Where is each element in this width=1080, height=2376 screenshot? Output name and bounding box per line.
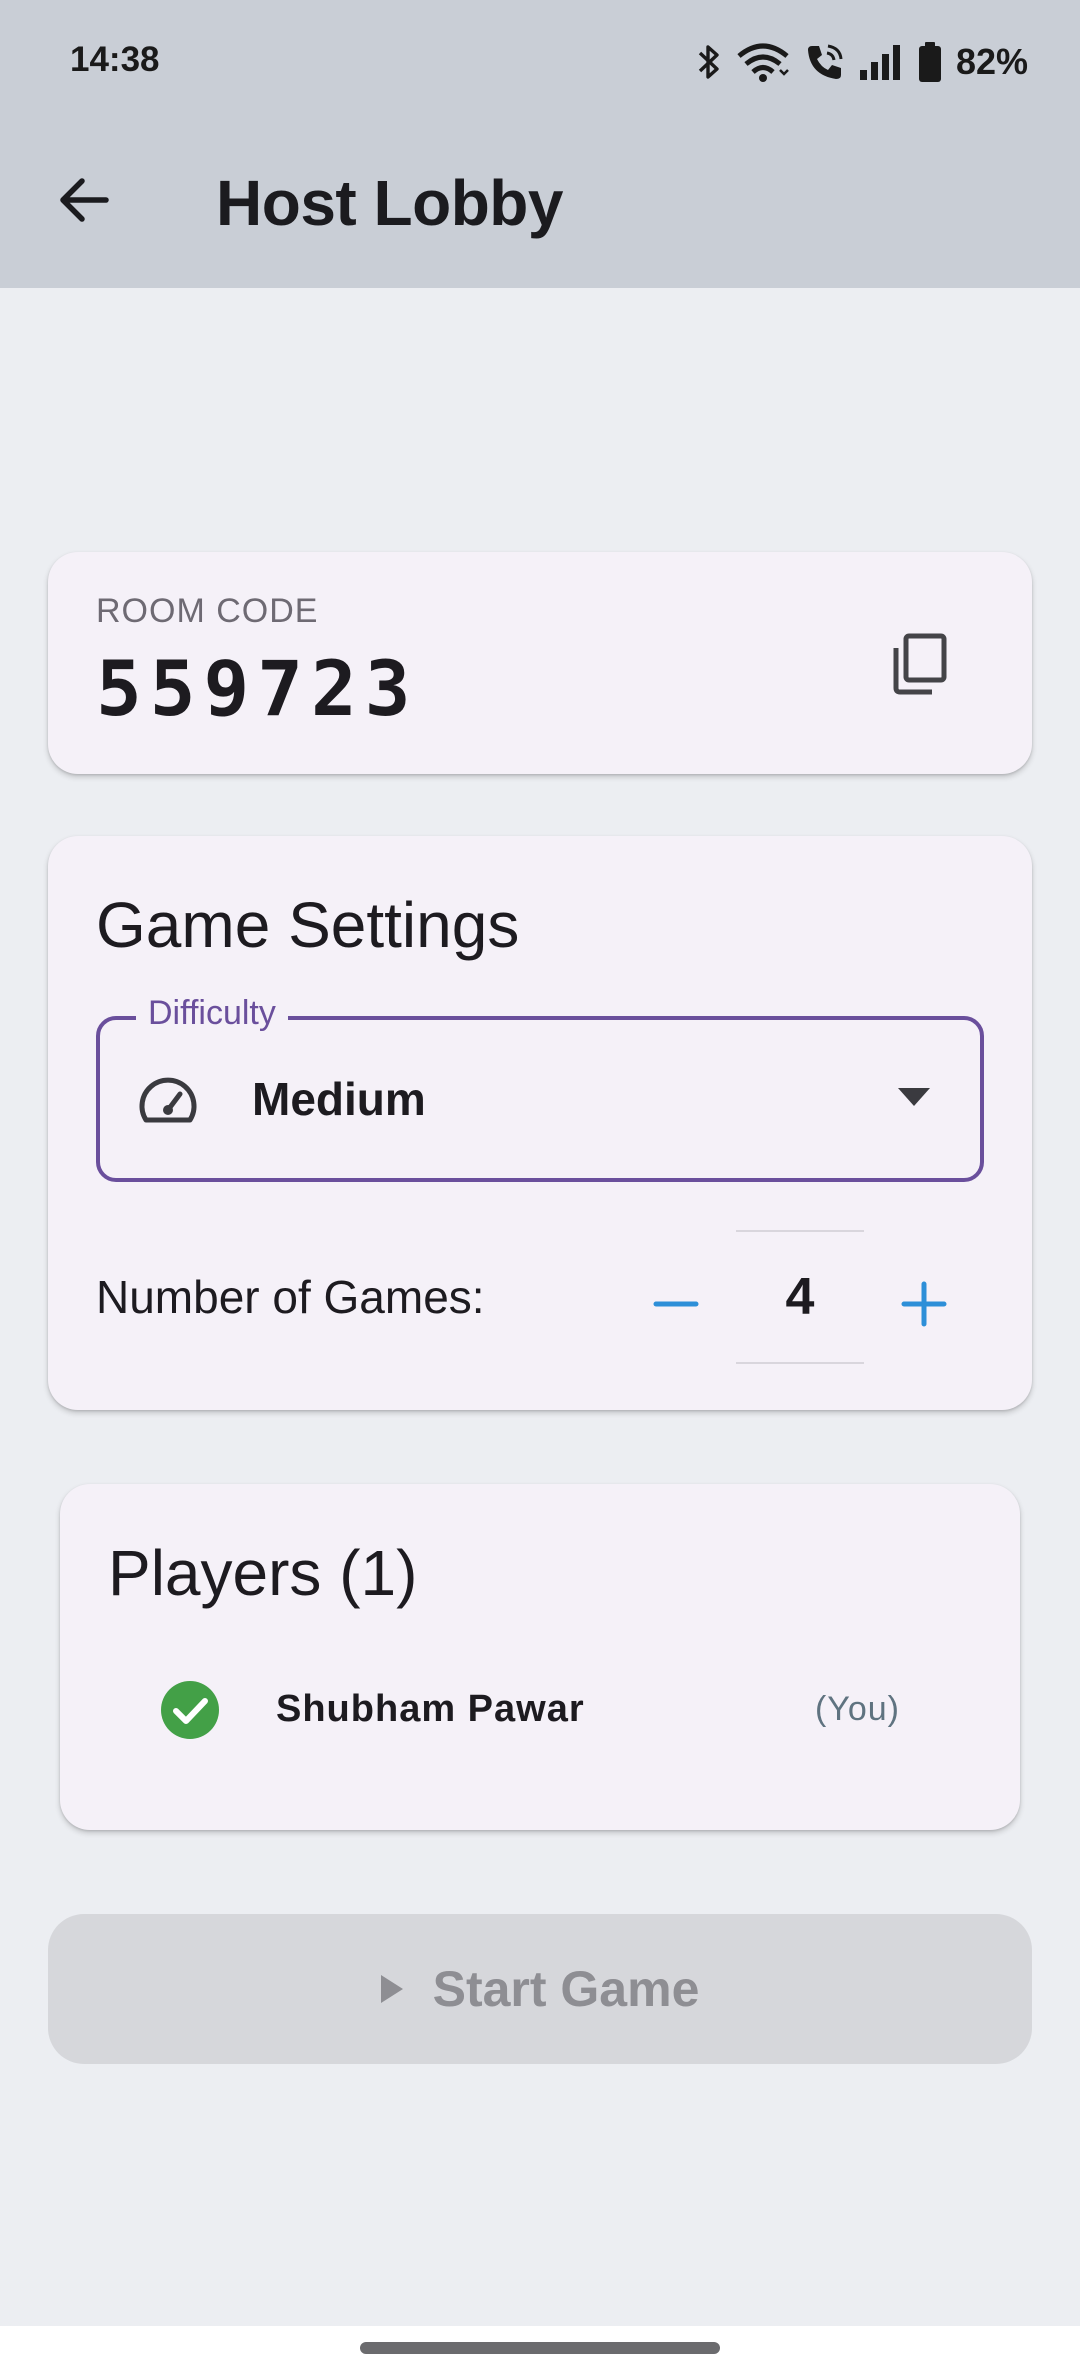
chevron-down-icon <box>898 1088 930 1106</box>
game-settings-card: Game Settings Difficulty Medium Number o… <box>48 836 1032 1410</box>
page-title: Host Lobby <box>216 167 563 239</box>
play-icon <box>380 1975 403 2003</box>
increment-games-button[interactable] <box>896 1276 952 1332</box>
status-time: 14:38 <box>70 40 160 79</box>
wifi-icon <box>737 43 789 82</box>
top-app-bar: 14:38 82% Host Lobby <box>0 0 1080 288</box>
decrement-games-button[interactable] <box>648 1276 704 1332</box>
battery-icon <box>918 42 941 82</box>
copy-icon <box>893 633 947 695</box>
room-code-value: 559723 <box>96 644 419 733</box>
settings-title: Game Settings <box>96 889 520 961</box>
copy-room-code-button[interactable] <box>888 632 952 696</box>
speedometer-icon <box>139 1077 197 1123</box>
difficulty-dropdown[interactable]: Difficulty Medium <box>96 994 984 1182</box>
difficulty-value: Medium <box>252 1073 426 1125</box>
number-of-games-label: Number of Games: <box>96 1271 485 1323</box>
status-icons: 82% <box>696 36 1028 88</box>
players-title: Players (1) <box>108 1537 418 1609</box>
players-card: Players (1) Shubham Pawar (You) <box>60 1484 1020 1830</box>
arrow-back-icon <box>60 178 109 222</box>
games-stepper-field[interactable]: 4 <box>736 1230 864 1364</box>
plus-icon <box>901 1281 947 1327</box>
back-button[interactable] <box>48 164 120 236</box>
bluetooth-icon <box>698 45 719 79</box>
start-game-label: Start Game <box>432 1961 700 2017</box>
room-code-card: ROOM CODE 559723 <box>48 552 1032 774</box>
start-game-button[interactable]: Start Game <box>48 1914 1032 2064</box>
difficulty-label: Difficulty <box>136 994 288 1033</box>
host-lobby-screen: 14:38 82% Host Lobby ROOM CODE 559723 Ga… <box>0 0 1080 2376</box>
check-circle-icon <box>161 1681 219 1739</box>
games-count-value: 4 <box>785 1268 815 1326</box>
signal-icon <box>859 45 900 80</box>
minus-icon <box>653 1301 699 1307</box>
battery-percent: 82% <box>955 41 1028 82</box>
player-self-tag: (You) <box>814 1690 900 1728</box>
player-name: Shubham Pawar <box>276 1688 585 1730</box>
home-indicator[interactable] <box>360 2342 720 2354</box>
wifi-call-icon <box>807 44 843 79</box>
player-list-item: Shubham Pawar (You) <box>60 1670 1020 1750</box>
room-code-label: ROOM CODE <box>96 592 319 630</box>
